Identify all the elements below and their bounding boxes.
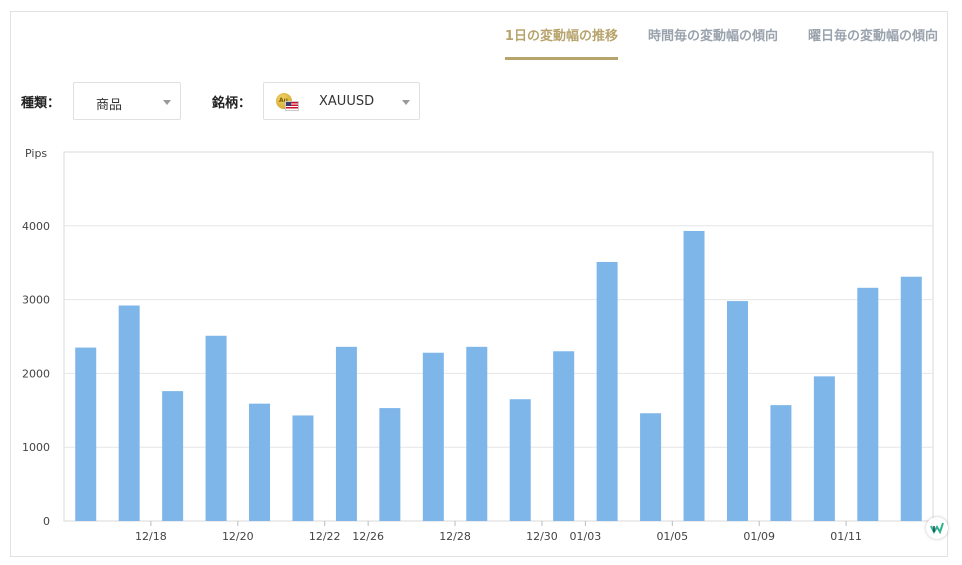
x-tick-label: 12/30 [526, 530, 558, 543]
x-tick-label: 01/09 [743, 530, 775, 543]
y-axis-label: Pips [25, 147, 47, 160]
bar [75, 347, 97, 521]
bar [596, 261, 618, 521]
x-tick-label: 12/28 [439, 530, 471, 543]
bar [379, 408, 401, 521]
plot-frame [63, 151, 934, 522]
y-tick-label: 1000 [22, 441, 50, 454]
bar [683, 230, 705, 521]
x-tick-label: 12/26 [352, 530, 384, 543]
x-tick-label: 01/11 [830, 530, 862, 543]
bar-chart: 0 1000 2000 3000 4000 Pips 12/18 12/20 12/22 12/2… [22, 147, 934, 543]
bar [466, 346, 488, 521]
bar [118, 305, 140, 521]
y-tick-label: 2000 [22, 367, 50, 380]
bar [726, 301, 748, 521]
bar [162, 391, 184, 521]
brand-logo-icon [926, 517, 948, 539]
x-tick-label: 12/20 [222, 530, 254, 543]
bar [335, 346, 357, 521]
bar [900, 276, 922, 521]
x-tick-label: 01/05 [656, 530, 688, 543]
bar [249, 403, 271, 521]
x-tick-label: 01/03 [570, 530, 602, 543]
x-tick-label: 12/18 [135, 530, 167, 543]
bar [422, 352, 444, 521]
bar [640, 413, 662, 521]
bar [857, 287, 879, 521]
bar [292, 415, 314, 521]
x-tick-label: 12/22 [309, 530, 341, 543]
bar [205, 335, 227, 521]
y-tick-label: 3000 [22, 294, 50, 307]
bar [553, 351, 575, 521]
y-tick-label: 4000 [22, 220, 50, 233]
bar [813, 376, 835, 521]
y-tick-label: 0 [43, 515, 50, 528]
bar [509, 399, 531, 521]
bar [770, 405, 792, 521]
